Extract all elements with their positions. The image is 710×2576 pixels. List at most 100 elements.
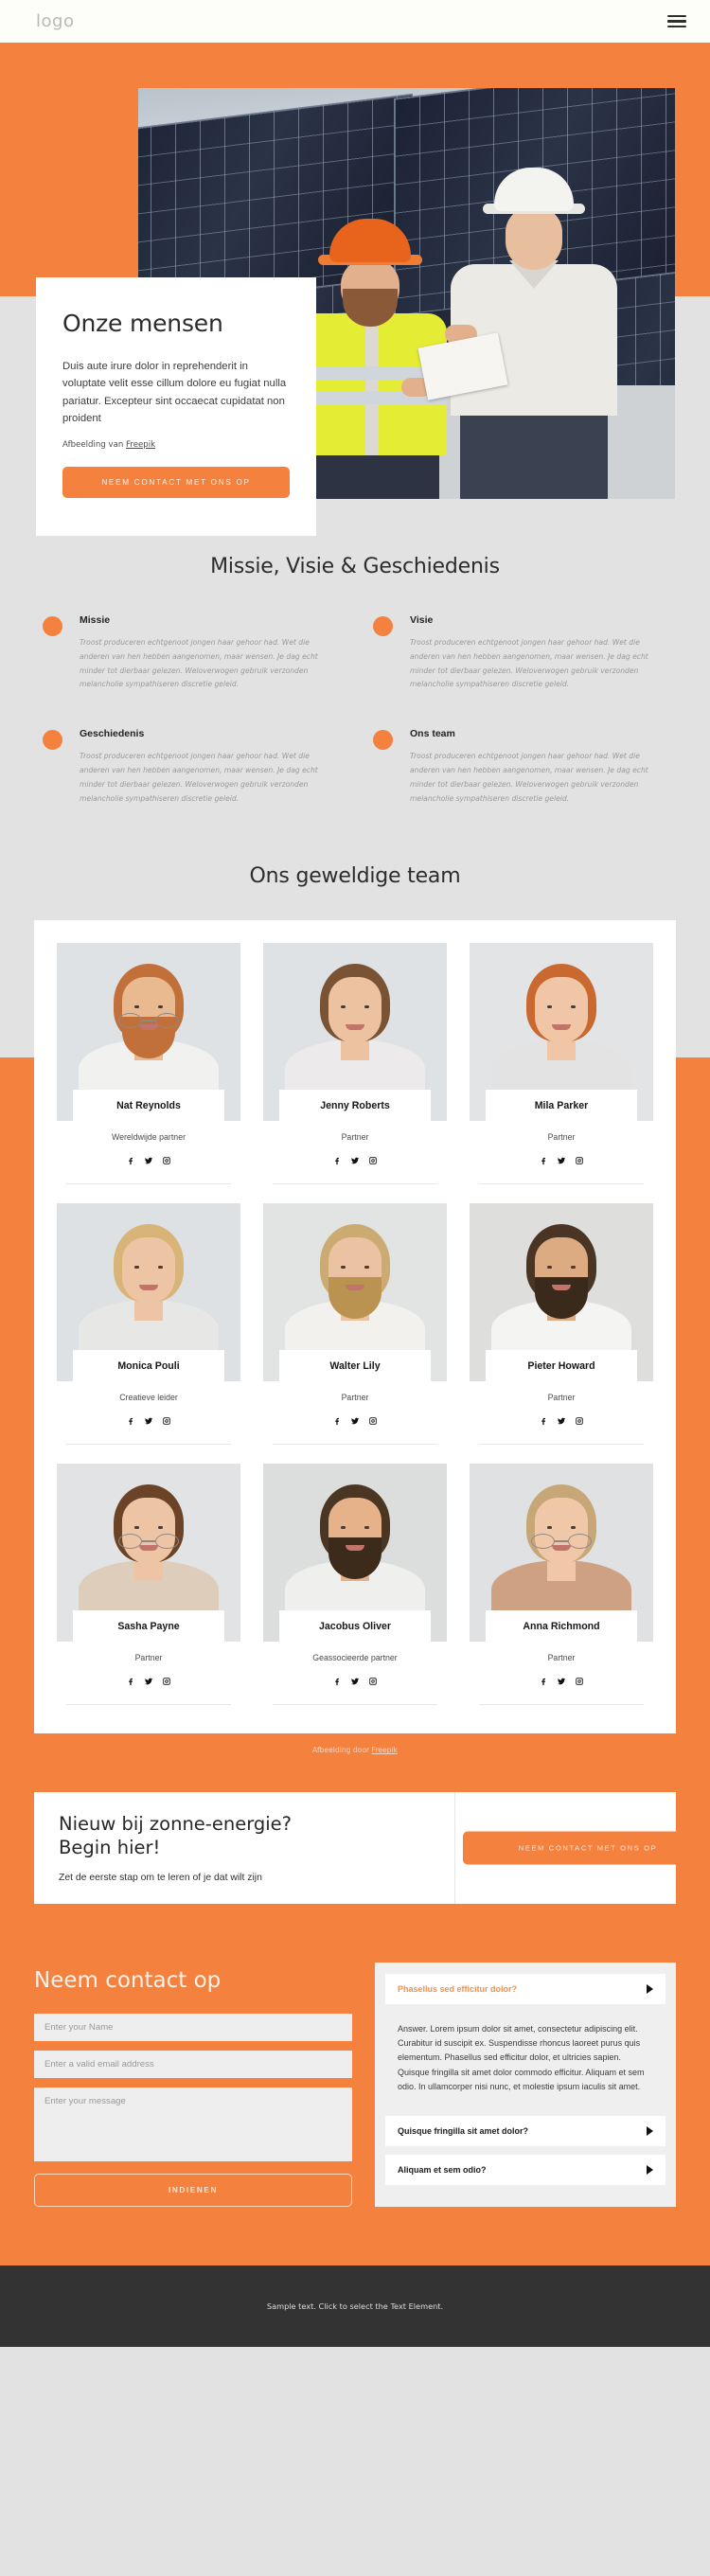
mission-item-geschiedenis: Geschiedenis Troost produceren echtgenoo… xyxy=(43,728,337,806)
team-member-card[interactable]: Nat Reynolds Wereldwijde partner xyxy=(57,943,240,1203)
divider xyxy=(66,1704,231,1706)
divider xyxy=(479,1704,644,1706)
twitter-icon[interactable] xyxy=(557,1674,566,1691)
cta-text-block: Nieuw bij zonne-energie? Begin hier! Zet … xyxy=(34,1792,455,1904)
facebook-icon[interactable] xyxy=(332,1674,342,1691)
hero-contact-button[interactable]: NEEM CONTACT MET ONS OP xyxy=(62,467,290,499)
mission-item-heading: Visie xyxy=(410,614,434,626)
facebook-icon[interactable] xyxy=(332,1413,342,1430)
team-card-container: Nat Reynolds Wereldwijde partner Jenny Rob… xyxy=(34,920,676,1734)
divider xyxy=(273,1444,437,1446)
cta-title-line2: Begin hier! xyxy=(59,1836,161,1858)
faq-question-3[interactable]: Aliquam et sem odio? xyxy=(385,2154,666,2185)
team-row: Monica Pouli Creatieve leider Walter Lily P… xyxy=(57,1203,653,1464)
twitter-icon[interactable] xyxy=(350,1674,360,1691)
twitter-icon[interactable] xyxy=(144,1674,153,1691)
site-header: logo xyxy=(0,0,710,43)
member-social-links xyxy=(57,1674,240,1691)
twitter-icon[interactable] xyxy=(557,1153,566,1170)
contact-title: Neem contact op xyxy=(34,1967,222,1993)
team-member-card[interactable]: Jenny Roberts Partner xyxy=(263,943,447,1203)
team-member-card[interactable]: Mila Parker Partner xyxy=(470,943,653,1203)
hamburger-bar xyxy=(667,20,686,23)
team-member-card[interactable]: Walter Lily Partner xyxy=(263,1203,447,1464)
instagram-icon[interactable] xyxy=(575,1674,584,1691)
mission-item-ons-team: Ons team Troost produceren echtgenoot jo… xyxy=(373,728,667,806)
credit-prefix: Afbeelding door xyxy=(312,1746,372,1755)
instagram-icon[interactable] xyxy=(575,1153,584,1170)
member-social-links xyxy=(470,1674,653,1691)
email-input[interactable] xyxy=(34,2050,352,2078)
twitter-icon[interactable] xyxy=(350,1413,360,1430)
divider xyxy=(479,1183,644,1185)
member-photo: Anna Richmond xyxy=(470,1464,653,1643)
contact-form: Neem contact op INDIENEN xyxy=(34,1963,352,2207)
twitter-icon[interactable] xyxy=(557,1413,566,1430)
instagram-icon[interactable] xyxy=(368,1153,378,1170)
facebook-icon[interactable] xyxy=(126,1413,135,1430)
mission-item-heading: Missie xyxy=(80,614,111,626)
bullet-circle-icon xyxy=(43,616,62,636)
member-name: Pieter Howard xyxy=(486,1350,637,1382)
mission-item-body: Troost produceren echtgenoot jongen haar… xyxy=(80,638,318,689)
team-member-card[interactable]: Anna Richmond Partner xyxy=(470,1464,653,1724)
facebook-icon[interactable] xyxy=(126,1674,135,1691)
instagram-icon[interactable] xyxy=(162,1413,171,1430)
instagram-icon[interactable] xyxy=(368,1413,378,1430)
member-social-links xyxy=(263,1674,447,1691)
facebook-icon[interactable] xyxy=(332,1153,342,1170)
mission-item-heading: Geschiedenis xyxy=(80,728,145,740)
member-photo: Jacobus Oliver xyxy=(263,1464,447,1643)
team-image-credit: Afbeelding door Freepik xyxy=(0,1733,710,1754)
team-row: Nat Reynolds Wereldwijde partner Jenny Rob… xyxy=(57,943,653,1203)
member-role: Geassocieerde partner xyxy=(312,1653,398,1663)
facebook-icon[interactable] xyxy=(126,1153,135,1170)
twitter-icon[interactable] xyxy=(144,1413,153,1430)
page-root: logo Onze mensen Duis aute irure dolor i… xyxy=(0,0,710,2347)
instagram-icon[interactable] xyxy=(162,1153,171,1170)
team-member-card[interactable]: Sasha Payne Partner xyxy=(57,1464,240,1724)
facebook-icon[interactable] xyxy=(539,1153,548,1170)
name-input[interactable] xyxy=(34,2013,352,2041)
faq-question-2[interactable]: Quisque fringilla sit amet dolor? xyxy=(385,2115,666,2146)
member-social-links xyxy=(263,1153,447,1170)
member-role: Partner xyxy=(547,1653,576,1663)
team-member-card[interactable]: Pieter Howard Partner xyxy=(470,1203,653,1464)
hero-section: Onze mensen Duis aute irure dolor in rep… xyxy=(0,43,710,537)
faq-accordion: Phasellus sed efficitur dolor? Answer. L… xyxy=(375,1962,676,2207)
member-name: Monica Pouli xyxy=(73,1350,224,1382)
cta-contact-button[interactable]: NEEM CONTACT MET ONS OP xyxy=(463,1831,710,1865)
cta-title: Nieuw bij zonne-energie? Begin hier! xyxy=(59,1813,430,1859)
chevron-right-icon xyxy=(647,1983,653,1994)
submit-button[interactable]: INDIENEN xyxy=(34,2173,352,2207)
message-textarea[interactable] xyxy=(34,2087,352,2161)
instagram-icon[interactable] xyxy=(368,1674,378,1691)
member-photo: Sasha Payne xyxy=(57,1464,240,1643)
twitter-icon[interactable] xyxy=(350,1153,360,1170)
twitter-icon[interactable] xyxy=(144,1153,153,1170)
team-member-card[interactable]: Jacobus Oliver Geassocieerde partner xyxy=(263,1464,447,1724)
member-name: Sasha Payne xyxy=(73,1610,224,1643)
instagram-icon[interactable] xyxy=(162,1674,171,1691)
team-section: Ons geweldige team Nat Reynolds Wereldwij… xyxy=(0,851,710,1757)
cta-section: Nieuw bij zonne-energie? Begin hier! Zet … xyxy=(0,1754,710,1947)
logo[interactable]: logo xyxy=(36,11,74,31)
team-member-card[interactable]: Monica Pouli Creatieve leider xyxy=(57,1203,240,1464)
member-photo: Nat Reynolds xyxy=(57,943,240,1122)
bullet-circle-icon xyxy=(373,616,393,636)
member-role: Partner xyxy=(134,1653,163,1663)
member-name: Jenny Roberts xyxy=(279,1090,431,1122)
page-title: Onze mensen xyxy=(62,310,223,337)
freepik-link[interactable]: Freepik xyxy=(126,440,155,450)
facebook-icon[interactable] xyxy=(539,1413,548,1430)
instagram-icon[interactable] xyxy=(575,1413,584,1430)
freepik-link[interactable]: Freepik xyxy=(372,1746,398,1754)
member-photo: Mila Parker xyxy=(470,943,653,1122)
faq-question-1[interactable]: Phasellus sed efficitur dolor? xyxy=(385,1973,666,2004)
hamburger-icon[interactable] xyxy=(667,14,686,28)
hero-image-credit: Afbeelding van Freepik xyxy=(62,440,290,450)
bullet-circle-icon xyxy=(43,730,62,751)
chevron-right-icon xyxy=(647,2164,653,2175)
mission-item-body: Troost produceren echtgenoot jongen haar… xyxy=(410,638,648,689)
facebook-icon[interactable] xyxy=(539,1674,548,1691)
